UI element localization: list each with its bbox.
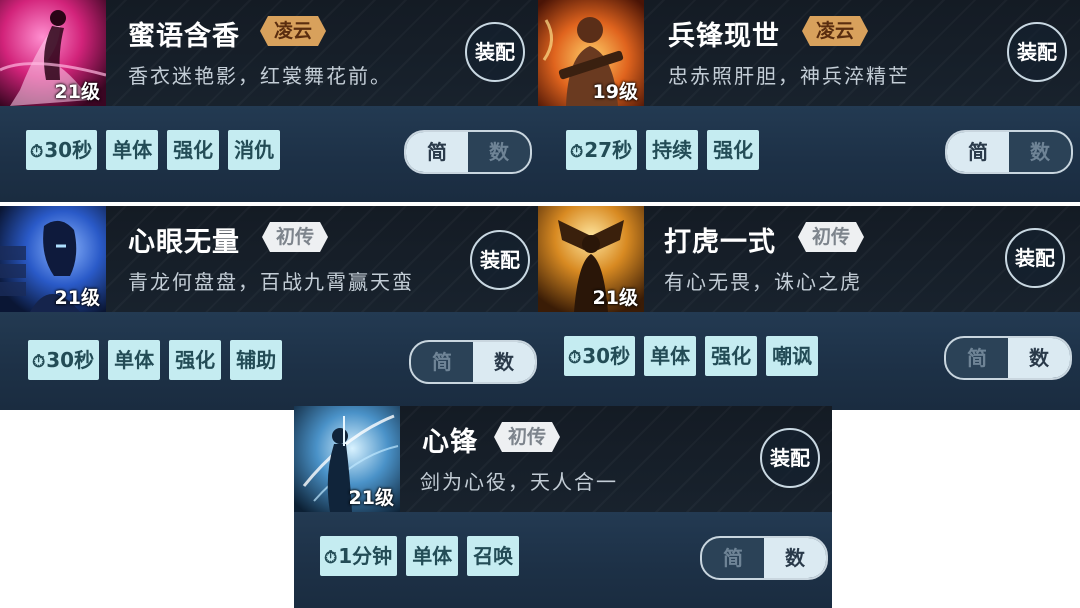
skill-tag: 持续 <box>646 130 699 170</box>
cooldown-chip: ⏱27秒 <box>566 130 638 170</box>
cooldown-chip: ⏱1分钟 <box>320 536 398 576</box>
view-mode-toggle[interactable]: 简 数 <box>409 340 537 384</box>
skill-tags: ⏱30秒 单体 强化 消仇 <box>26 130 281 170</box>
toggle-numbers[interactable]: 数 <box>468 132 530 172</box>
skill-tags: ⏱30秒 单体 强化 辅助 <box>28 340 283 380</box>
toggle-numbers[interactable]: 数 <box>1008 338 1070 378</box>
skill-card: 19级 兵锋现世 凌云 忠赤照肝胆，神兵淬精芒 装配 ⏱27秒 持续 强化 简 … <box>538 0 1080 202</box>
skill-card: 21级 心眼无量 初传 青龙何盘盘，百战九霄赢天蛮 装配 ⏱30秒 单体 强化 … <box>0 206 538 410</box>
toggle-simple[interactable]: 简 <box>411 342 473 382</box>
skill-tag: 辅助 <box>230 340 283 380</box>
cooldown-value: 30秒 <box>582 344 631 368</box>
rank-badge: 凌云 <box>802 16 868 46</box>
skill-tag: 单体 <box>108 340 161 380</box>
skill-description: 有心无畏，诛心之虎 <box>664 270 862 294</box>
timer-icon: ⏱ <box>324 548 338 568</box>
rank-badge: 初传 <box>262 222 328 252</box>
swordsman-portrait-icon: 21级 <box>294 406 400 512</box>
cooldown-chip: ⏱30秒 <box>28 340 100 380</box>
cooldown-chip: ⏱30秒 <box>26 130 98 170</box>
toggle-numbers[interactable]: 数 <box>1009 132 1071 172</box>
skill-tags: ⏱30秒 单体 强化 嘲讽 <box>564 336 819 376</box>
view-mode-toggle[interactable]: 简 数 <box>700 536 828 580</box>
skill-tag: 强化 <box>705 336 758 376</box>
timer-icon: ⏱ <box>30 142 44 162</box>
skill-description: 剑为心役，天人合一 <box>420 470 618 494</box>
rank-badge: 初传 <box>798 222 864 252</box>
skill-tag: 强化 <box>167 130 220 170</box>
warrior-portrait-icon: 19级 <box>538 0 644 106</box>
cooldown-value: 1分钟 <box>338 544 393 568</box>
view-mode-toggle[interactable]: 简 数 <box>944 336 1072 380</box>
skill-tags: ⏱27秒 持续 强化 <box>566 130 760 170</box>
view-mode-toggle[interactable]: 简 数 <box>945 130 1073 174</box>
equip-button[interactable]: 装配 <box>470 230 530 290</box>
skill-tag: 消仇 <box>228 130 281 170</box>
view-mode-toggle[interactable]: 简 数 <box>404 130 532 174</box>
timer-icon: ⏱ <box>570 142 584 162</box>
skill-tag: 单体 <box>406 536 459 576</box>
skill-tag: 单体 <box>644 336 697 376</box>
toggle-numbers[interactable]: 数 <box>473 342 535 382</box>
equip-button[interactable]: 装配 <box>1007 22 1067 82</box>
skill-level: 19级 <box>592 81 638 103</box>
toggle-simple[interactable]: 简 <box>406 132 468 172</box>
skill-card: 21级 蜜语含香 凌云 香衣迷艳影，红裳舞花前。 装配 ⏱30秒 单体 强化 消… <box>0 0 538 202</box>
skill-name: 蜜语含香 <box>128 21 240 52</box>
toggle-simple[interactable]: 简 <box>947 132 1009 172</box>
skill-tags: ⏱1分钟 单体 召唤 <box>320 536 520 576</box>
skill-tag: 强化 <box>707 130 760 170</box>
skill-card: 21级 打虎一式 初传 有心无畏，诛心之虎 装配 ⏱30秒 单体 强化 嘲讽 简… <box>538 206 1080 410</box>
skill-description: 青龙何盘盘，百战九霄赢天蛮 <box>128 270 414 294</box>
toggle-numbers[interactable]: 数 <box>764 538 826 578</box>
cooldown-chip: ⏱30秒 <box>564 336 636 376</box>
skill-name: 兵锋现世 <box>668 21 780 52</box>
equip-button[interactable]: 装配 <box>760 428 820 488</box>
skill-level: 21级 <box>592 287 638 309</box>
equip-button[interactable]: 装配 <box>465 22 525 82</box>
cooldown-value: 30秒 <box>46 348 95 372</box>
skill-tag: 单体 <box>106 130 159 170</box>
rank-badge: 初传 <box>494 422 560 452</box>
brawler-portrait-icon: 21级 <box>538 206 644 312</box>
dancer-portrait-icon: 21级 <box>0 0 106 106</box>
skill-description: 忠赤照肝胆，神兵淬精芒 <box>668 64 910 88</box>
skill-description: 香衣迷艳影，红裳舞花前。 <box>128 64 392 88</box>
timer-icon: ⏱ <box>568 348 582 368</box>
mage-portrait-icon: 21级 <box>0 206 106 312</box>
cooldown-value: 30秒 <box>44 138 93 162</box>
skill-tag: 嘲讽 <box>766 336 819 376</box>
rank-badge: 凌云 <box>260 16 326 46</box>
equip-button[interactable]: 装配 <box>1005 228 1065 288</box>
toggle-simple[interactable]: 简 <box>946 338 1008 378</box>
timer-icon: ⏱ <box>32 352 46 372</box>
skill-name: 心眼无量 <box>128 227 240 258</box>
skill-level: 21级 <box>54 81 100 103</box>
skill-name: 心锋 <box>422 427 478 458</box>
skill-tag: 强化 <box>169 340 222 380</box>
skill-tag: 召唤 <box>467 536 520 576</box>
skill-level: 21级 <box>348 487 394 509</box>
skill-card: 21级 心锋 初传 剑为心役，天人合一 装配 ⏱1分钟 单体 召唤 简 数 <box>294 406 832 608</box>
skill-level: 21级 <box>54 287 100 309</box>
cooldown-value: 27秒 <box>584 138 633 162</box>
toggle-simple[interactable]: 简 <box>702 538 764 578</box>
skill-name: 打虎一式 <box>664 227 776 258</box>
